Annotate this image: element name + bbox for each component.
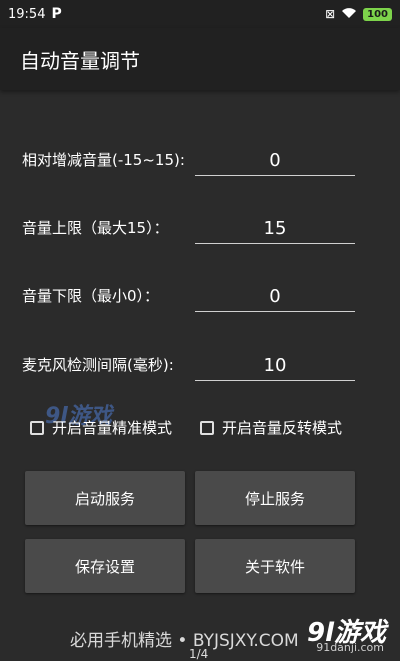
page-indicator: 1/4 [189, 647, 209, 661]
field-row-max-volume: 音量上限（最大15）： 15 [0, 208, 400, 248]
site-logo-url: 91danji.com [316, 641, 384, 654]
notification-blocked-icon: ⊠ [325, 7, 336, 21]
stop-service-button[interactable]: 停止服务 [195, 471, 355, 525]
page-title: 自动音量调节 [20, 48, 140, 73]
start-service-button[interactable]: 启动服务 [25, 471, 185, 525]
mic-interval-input[interactable]: 10 [195, 350, 355, 381]
field-row-mic-interval: 麦克风检测间隔(毫秒): 10 [0, 345, 400, 385]
battery-icon: 100 [363, 7, 392, 21]
checkbox-label: 开启音量反转模式 [222, 419, 343, 437]
app-bar: 自动音量调节 [0, 28, 400, 90]
max-volume-input[interactable]: 15 [195, 213, 355, 244]
field-row-min-volume: 音量下限（最小0）： 0 [0, 276, 400, 316]
checkbox-icon [200, 420, 214, 435]
field-label: 麦克风检测间隔(毫秒): [22, 356, 174, 374]
save-settings-button[interactable]: 保存设置 [25, 539, 185, 593]
options-row: 开启音量精准模式 开启音量反转模式 [0, 417, 400, 447]
field-label: 音量上限（最大15）： [22, 219, 169, 237]
field-label: 相对增减音量(-15~15): [22, 151, 185, 169]
min-volume-input[interactable]: 0 [195, 281, 355, 312]
footer-caption: 必用手机精选 • BYJSJXY.COM [70, 631, 299, 651]
status-time: 19:54 [8, 6, 46, 22]
reverse-mode-checkbox[interactable]: 开启音量反转模式 [200, 417, 342, 438]
field-label: 音量下限（最小0）： [22, 287, 160, 305]
precise-mode-checkbox[interactable]: 开启音量精准模式 [30, 417, 172, 438]
app-notification-icon: P [51, 6, 62, 22]
status-bar: 19:54 P ⊠ 100 [0, 0, 400, 28]
checkbox-icon [30, 420, 44, 435]
checkbox-label: 开启音量精准模式 [52, 419, 173, 437]
wifi-icon [341, 7, 357, 22]
about-button[interactable]: 关于软件 [195, 539, 355, 593]
field-row-relative-volume: 相对增减音量(-15~15): 0 [0, 140, 400, 180]
relative-volume-input[interactable]: 0 [195, 145, 355, 176]
